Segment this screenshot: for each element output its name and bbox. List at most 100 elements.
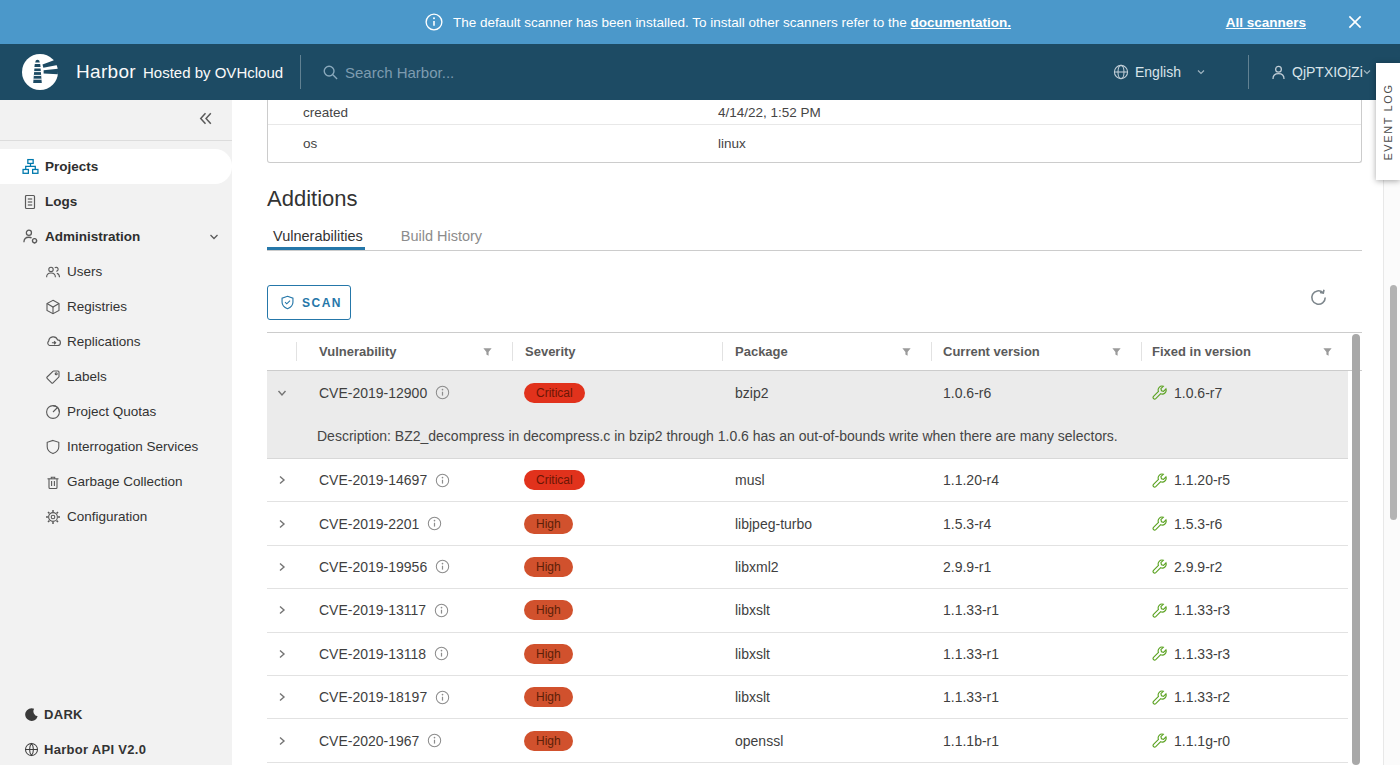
table-row-expanded: CVE-2019-12900 Critical bzip2 1.0.6-r6 1… bbox=[267, 371, 1348, 459]
language-menu[interactable]: English bbox=[1135, 44, 1181, 100]
sidebar-item-project-quotas[interactable]: Project Quotas bbox=[0, 394, 232, 429]
fixed-version: 1.1.33-r3 bbox=[1174, 602, 1230, 618]
vulnerabilities-grid: Vulnerability Severity Package Current v… bbox=[267, 332, 1362, 763]
wrench-icon bbox=[1152, 733, 1167, 748]
detail-value: linux bbox=[718, 136, 746, 151]
sidebar-item-registries[interactable]: Registries bbox=[0, 289, 232, 324]
shield-icon bbox=[45, 439, 61, 455]
notification-bar: The default scanner has been installed. … bbox=[0, 0, 1400, 44]
api-globe-icon bbox=[24, 742, 39, 757]
expand-row-icon[interactable] bbox=[267, 604, 296, 616]
sidebar-item-users[interactable]: Users bbox=[0, 254, 232, 289]
current-version: 1.0.6-r6 bbox=[931, 385, 1141, 401]
severity-badge: High bbox=[524, 514, 573, 534]
page-scrollbar[interactable] bbox=[1383, 100, 1400, 765]
info-icon[interactable] bbox=[427, 516, 442, 531]
fixed-version: 1.5.3-r6 bbox=[1174, 516, 1222, 532]
table-row: CVE-2019-14697 Critical musl 1.1.20-r4 1… bbox=[267, 459, 1348, 502]
collapse-row-icon[interactable] bbox=[267, 387, 296, 399]
package-name: libxslt bbox=[722, 689, 931, 705]
sidebar-item-logs[interactable]: Logs bbox=[0, 184, 232, 219]
severity-badge: High bbox=[524, 557, 573, 577]
sidebar-divider bbox=[0, 140, 232, 141]
cve-id: CVE-2019-19956 bbox=[319, 559, 427, 575]
sidebar-item-projects[interactable]: Projects bbox=[0, 149, 232, 184]
current-version: 1.1.33-r1 bbox=[931, 689, 1141, 705]
package-name: libxslt bbox=[722, 602, 931, 618]
brand-title[interactable]: Harbor bbox=[76, 44, 136, 100]
expand-row-icon[interactable] bbox=[267, 735, 296, 747]
package-name: libxslt bbox=[722, 646, 931, 662]
cve-id: CVE-2020-1967 bbox=[319, 733, 419, 749]
info-icon[interactable] bbox=[434, 646, 449, 661]
logs-icon bbox=[22, 194, 38, 210]
detail-key: os bbox=[268, 136, 718, 151]
wrench-icon bbox=[1152, 385, 1167, 400]
refresh-icon[interactable] bbox=[1308, 287, 1329, 308]
expand-row-icon[interactable] bbox=[267, 518, 296, 530]
documentation-link[interactable]: documentation. bbox=[911, 15, 1012, 30]
brand-subtitle: Hosted by OVHcloud bbox=[143, 44, 283, 100]
page-scrollbar-thumb[interactable] bbox=[1390, 285, 1397, 520]
fixed-version: 1.0.6-r7 bbox=[1174, 385, 1222, 401]
expand-row-icon[interactable] bbox=[267, 474, 296, 486]
expand-row-icon[interactable] bbox=[267, 691, 296, 703]
severity-badge: High bbox=[524, 600, 573, 620]
registries-icon bbox=[45, 299, 61, 315]
table-row: CVE-2020-1967 High openssl 1.1.1b-r1 1.1… bbox=[267, 719, 1348, 762]
administration-icon bbox=[22, 228, 39, 245]
tab-vulnerabilities[interactable]: Vulnerabilities bbox=[267, 228, 369, 244]
tabs-divider bbox=[267, 250, 1362, 251]
filter-icon[interactable] bbox=[1111, 346, 1122, 357]
table-row: CVE-2019-13118 High libxslt 1.1.33-r1 1.… bbox=[267, 633, 1348, 676]
close-icon[interactable] bbox=[1346, 13, 1364, 31]
package-name: musl bbox=[722, 472, 931, 488]
wrench-icon bbox=[1152, 516, 1167, 531]
sidebar-item-configuration[interactable]: Configuration bbox=[0, 499, 232, 534]
severity-badge: High bbox=[524, 731, 573, 751]
expand-row-icon[interactable] bbox=[267, 561, 296, 573]
info-icon[interactable] bbox=[435, 690, 450, 705]
info-icon[interactable] bbox=[435, 559, 450, 574]
severity-badge: High bbox=[524, 687, 573, 707]
all-scanners-link[interactable]: All scanners bbox=[1226, 0, 1306, 44]
table-row: CVE-2019-2201 High libjpeg-turbo 1.5.3-r… bbox=[267, 502, 1348, 545]
scan-button[interactable]: SCAN bbox=[267, 285, 351, 320]
cve-id: CVE-2019-12900 bbox=[319, 385, 427, 401]
harbor-logo-icon[interactable] bbox=[21, 44, 59, 100]
table-scrollbar[interactable] bbox=[1352, 334, 1360, 765]
gear-icon bbox=[45, 509, 61, 525]
sidebar-item-garbage-collection[interactable]: Garbage Collection bbox=[0, 464, 232, 499]
severity-badge: High bbox=[524, 644, 573, 664]
info-icon[interactable] bbox=[427, 733, 442, 748]
projects-icon bbox=[22, 158, 39, 175]
info-icon[interactable] bbox=[435, 385, 450, 400]
replications-icon bbox=[45, 333, 62, 350]
sidebar-item-interrogation-services[interactable]: Interrogation Services bbox=[0, 429, 232, 464]
chevron-down-icon bbox=[208, 231, 220, 243]
filter-icon[interactable] bbox=[482, 346, 493, 357]
search-icon[interactable] bbox=[322, 44, 339, 100]
filter-icon[interactable] bbox=[1322, 346, 1333, 357]
event-log-tab[interactable]: EVENT LOG bbox=[1376, 63, 1400, 180]
tab-build-history[interactable]: Build History bbox=[395, 228, 488, 244]
filter-icon[interactable] bbox=[901, 346, 912, 357]
sidebar-item-labels[interactable]: Labels bbox=[0, 359, 232, 394]
expand-row-icon[interactable] bbox=[267, 648, 296, 660]
info-icon[interactable] bbox=[434, 603, 449, 618]
current-version: 1.1.20-r4 bbox=[931, 472, 1141, 488]
sidebar-item-administration[interactable]: Administration bbox=[0, 219, 232, 254]
wrench-icon bbox=[1152, 559, 1167, 574]
user-menu[interactable]: QjPTXIOjZi bbox=[1292, 44, 1363, 100]
sidebar-item-replications[interactable]: Replications bbox=[0, 324, 232, 359]
fixed-version: 1.1.20-r5 bbox=[1174, 472, 1230, 488]
collapse-sidebar-icon[interactable] bbox=[197, 110, 214, 127]
package-name: bzip2 bbox=[722, 385, 931, 401]
harbor-api-link[interactable]: Harbor API V2.0 bbox=[0, 732, 232, 765]
cve-id: CVE-2019-18197 bbox=[319, 689, 427, 705]
info-icon[interactable] bbox=[435, 473, 450, 488]
trash-icon bbox=[45, 474, 61, 490]
search-input[interactable]: Search Harbor... bbox=[345, 44, 454, 100]
dark-mode-toggle[interactable]: DARK bbox=[0, 697, 232, 732]
package-name: libxml2 bbox=[722, 559, 931, 575]
